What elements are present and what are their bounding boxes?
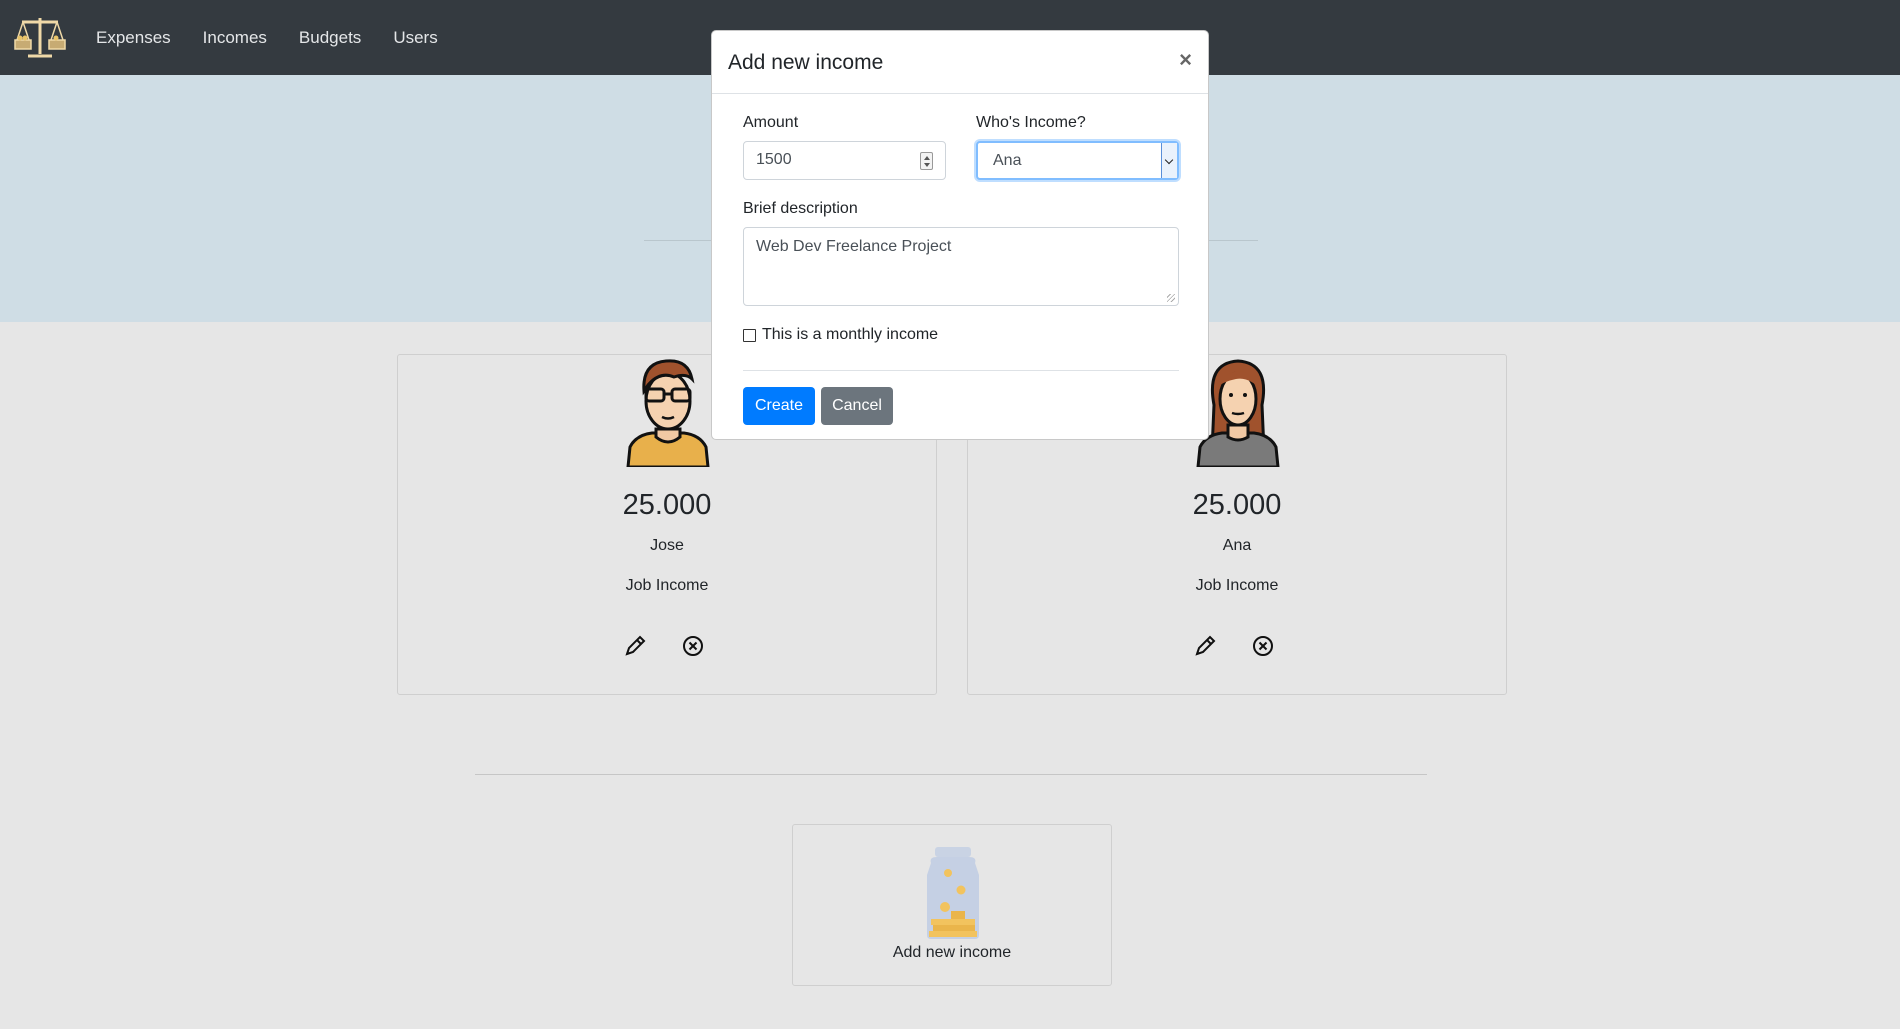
modal-header: Add new income × <box>712 31 1208 94</box>
section-divider <box>475 774 1427 775</box>
cancel-button[interactable]: Cancel <box>821 387 893 425</box>
who-label: Who's Income? <box>976 114 1086 131</box>
create-button[interactable]: Create <box>743 387 815 425</box>
chevron-down-icon[interactable] <box>1161 143 1177 178</box>
close-circle-icon[interactable] <box>1250 633 1276 659</box>
amount-value: 1500 <box>756 151 792 168</box>
nav-budgets[interactable]: Budgets <box>299 28 361 48</box>
nav-expenses[interactable]: Expenses <box>96 28 171 48</box>
add-income-label: Add new income <box>892 944 1012 961</box>
income-amount: 25.000 <box>622 489 712 521</box>
scales-logo-icon[interactable] <box>14 14 66 60</box>
add-income-card[interactable]: Add new income <box>792 824 1112 986</box>
monthly-checkbox[interactable] <box>743 328 756 342</box>
description-value: Web Dev Freelance Project <box>756 238 952 255</box>
monthly-checkbox-row: This is a monthly income <box>743 326 938 344</box>
who-select[interactable]: Ana <box>976 141 1179 180</box>
add-income-modal: Add new income × Amount 1500 Who's Incom… <box>711 30 1209 440</box>
description-textarea[interactable]: Web Dev Freelance Project <box>743 227 1179 306</box>
male-avatar-icon <box>626 359 710 467</box>
coin-jar-icon <box>927 847 979 939</box>
resize-grip-icon[interactable] <box>1167 294 1175 302</box>
pencil-icon[interactable] <box>1192 633 1218 659</box>
amount-input[interactable]: 1500 <box>743 141 946 180</box>
number-spinner-icon[interactable] <box>920 152 933 170</box>
close-circle-icon[interactable] <box>680 633 706 659</box>
description-label: Brief description <box>743 200 858 217</box>
monthly-label: This is a monthly income <box>762 326 939 343</box>
income-amount: 25.000 <box>1192 489 1282 521</box>
income-type: Job Income <box>1195 577 1279 594</box>
modal-title: Add new income <box>728 51 884 74</box>
modal-divider <box>743 370 1179 371</box>
amount-label: Amount <box>743 114 799 131</box>
close-icon[interactable]: × <box>1179 47 1192 73</box>
income-person: Ana <box>1222 537 1252 554</box>
pencil-icon[interactable] <box>622 633 648 659</box>
who-selected-value: Ana <box>993 152 1022 169</box>
nav-users[interactable]: Users <box>393 28 437 48</box>
nav-incomes[interactable]: Incomes <box>203 28 267 48</box>
income-type: Job Income <box>625 577 709 594</box>
income-person: Jose <box>650 537 684 554</box>
